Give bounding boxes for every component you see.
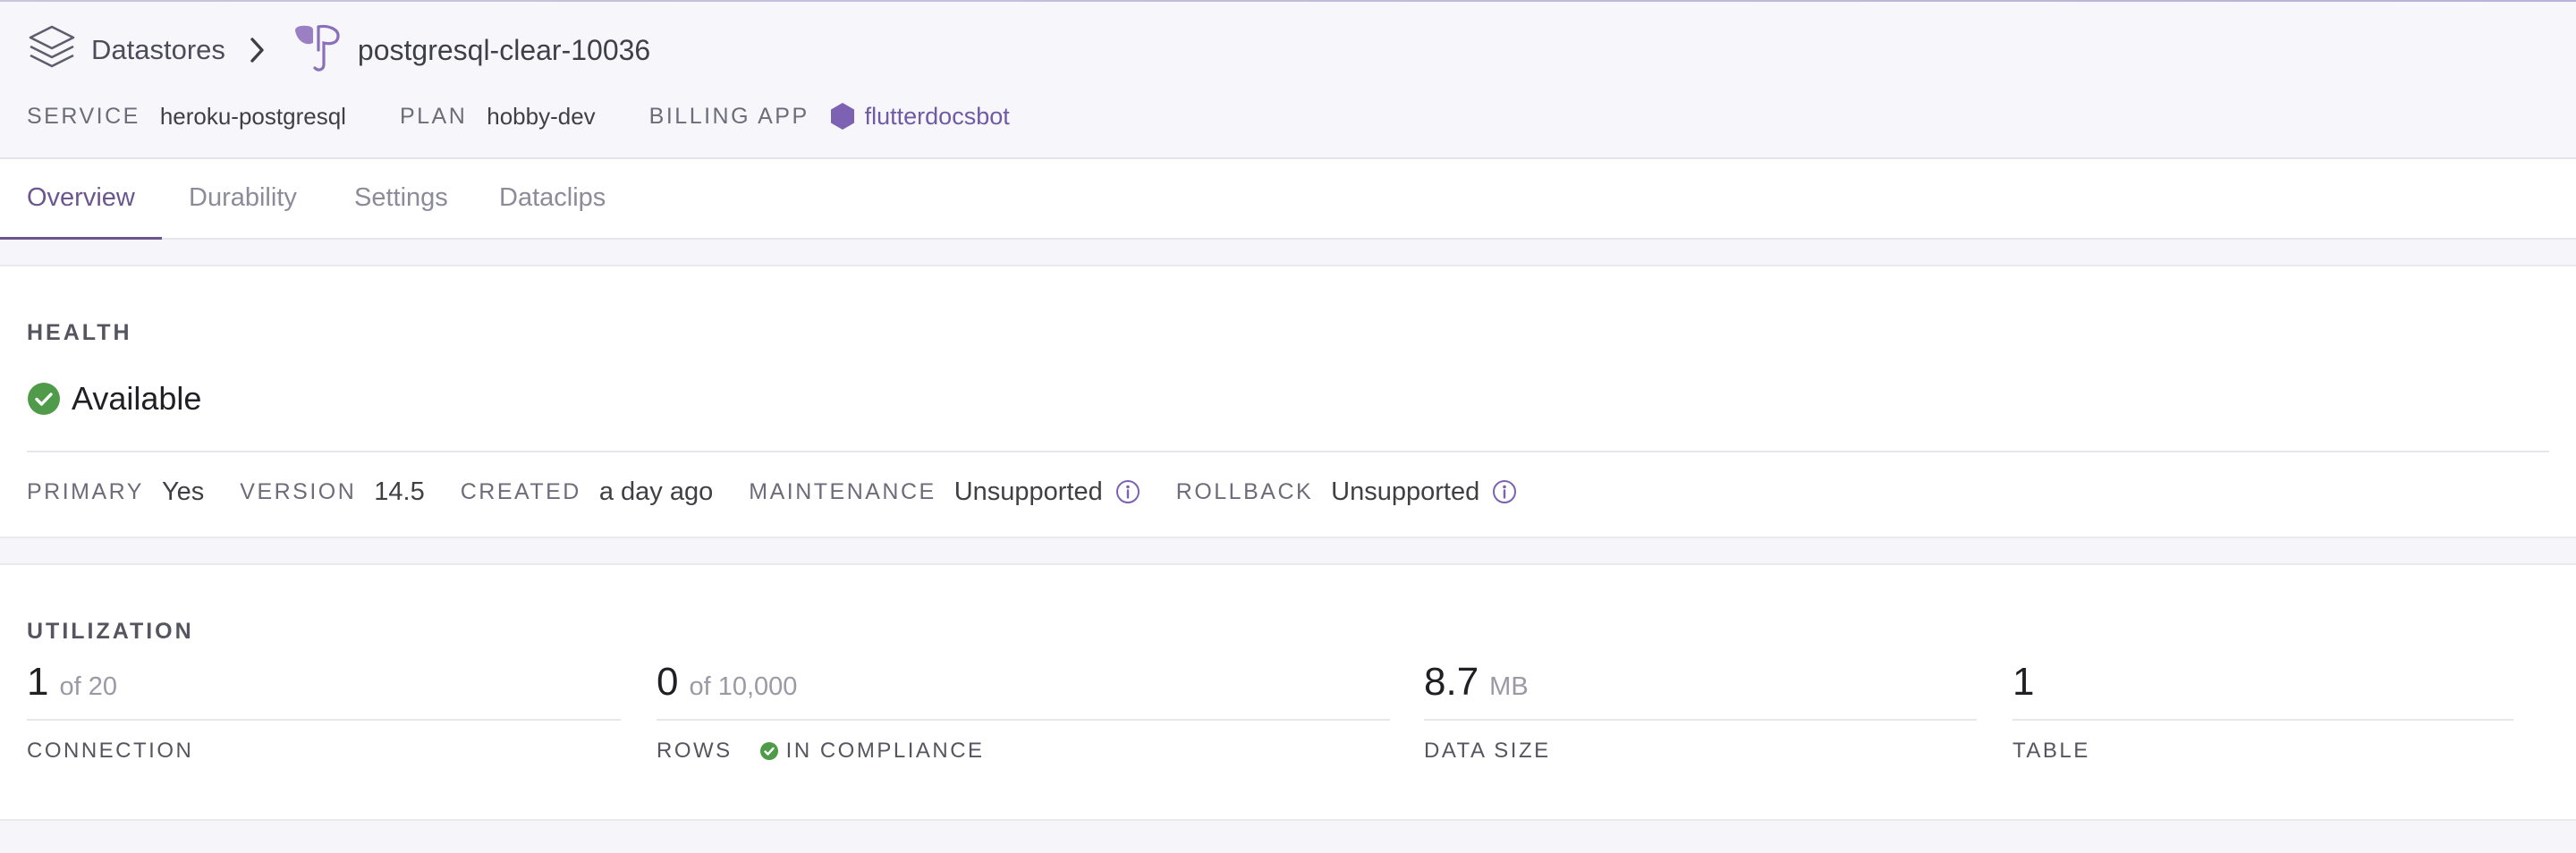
info-icon[interactable] [1492,479,1517,504]
check-circle-icon [759,742,778,760]
health-details: PRIMARY Yes VERSION 14.5 CREATED a day a… [27,472,1517,511]
data-size-metric: 8.7 MB [1424,660,1529,714]
status-available: Available [72,380,202,417]
connection-divider [27,719,621,721]
datastores-icon [27,23,77,78]
rollback-label: ROLLBACK [1175,478,1314,504]
table-divider [2012,719,2513,721]
primary-label: PRIMARY [27,478,144,504]
health-panel: HEALTH Available PRIMARY Yes VERSION 14.… [0,265,2576,538]
service-label: SERVICE [27,103,140,129]
breadcrumb: Datastores postgresql-clear-10036 [27,23,650,77]
rows-limit: of 10,000 [689,672,798,701]
version-label: VERSION [240,478,357,504]
plan-value: hobby-dev [487,102,596,130]
connection-value: 1 [27,660,49,704]
health-divider [27,451,2549,452]
plan-label: PLAN [399,103,468,129]
datastore-meta: SERVICE heroku-postgresql PLAN hobby-dev… [27,98,1010,134]
postgres-elephant-icon [292,23,342,78]
utilization-panel: UTILIZATION 1 of 20 CONNECTION 0 of 10,0… [0,563,2576,821]
table-metric: 1 [2012,660,2034,714]
info-icon[interactable] [1115,479,1140,504]
health-status: Available [27,377,201,420]
connection-metric: 1 of 20 [27,660,117,714]
data-size-label: DATA SIZE [1424,739,1551,763]
chevron-right-icon [249,37,267,63]
connection-label: CONNECTION [27,739,194,763]
rows-value: 0 [657,660,679,704]
maintenance-label: MAINTENANCE [749,478,936,504]
page-header: Datastores postgresql-clear-10036 SERVIC… [0,2,2576,159]
utilization-heading: UTILIZATION [27,619,194,644]
compliance-badge: IN COMPLIANCE [759,739,985,764]
tab-overview[interactable]: Overview [27,159,135,238]
created-value: a day ago [598,477,714,506]
created-label: CREATED [460,478,581,504]
connection-limit: of 20 [59,672,117,701]
tab-durability[interactable]: Durability [189,159,297,238]
billing-app-link[interactable]: flutterdocsbot [865,103,1010,131]
data-size-value: 8.7 [1424,660,1479,704]
maintenance-value: Unsupported [953,477,1103,506]
tab-bar: Overview Durability Settings Dataclips [0,159,2576,240]
check-circle-icon [27,382,61,416]
rollback-value: Unsupported [1331,477,1480,506]
data-size-divider [1424,719,1977,721]
table-value: 1 [2012,660,2035,704]
data-size-unit: MB [1489,672,1529,701]
breadcrumb-datastores-link[interactable]: Datastores [91,34,225,66]
primary-value: Yes [161,477,205,506]
service-value: heroku-postgresql [159,102,346,130]
page-title: postgresql-clear-10036 [357,33,651,66]
tab-dataclips[interactable]: Dataclips [499,159,606,238]
table-label: TABLE [2012,739,2090,763]
rows-divider [657,719,1390,721]
rows-metric: 0 of 10,000 [657,660,797,714]
health-heading: HEALTH [27,320,132,345]
rows-label-group: ROWS IN COMPLIANCE [657,733,985,769]
rows-label: ROWS [657,739,733,763]
hexagon-app-icon [829,102,856,131]
version-value: 14.5 [374,477,425,506]
tab-settings[interactable]: Settings [354,159,448,238]
billing-app-label: BILLING APP [648,103,809,129]
compliance-text: IN COMPLIANCE [785,739,985,763]
active-tab-indicator [0,237,162,240]
